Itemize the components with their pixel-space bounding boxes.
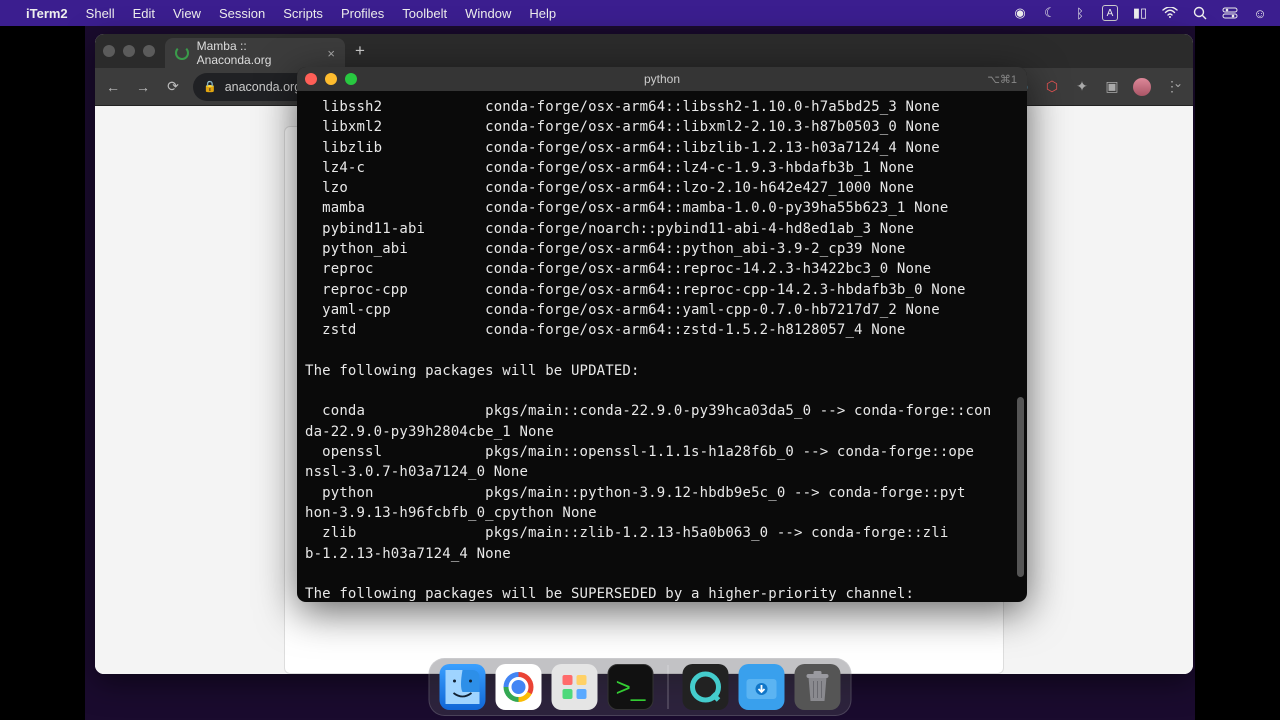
minimize-window-icon[interactable]: [123, 45, 135, 57]
iterm-window: python ⌥⌘1 libssh2 conda-forge/osx-arm64…: [297, 67, 1027, 602]
menubar-session[interactable]: Session: [219, 6, 265, 21]
new-tab-button[interactable]: +: [355, 41, 365, 61]
chrome-window-controls[interactable]: [103, 45, 155, 57]
scrollbar[interactable]: [1017, 397, 1024, 577]
menubar-edit[interactable]: Edit: [133, 6, 155, 21]
menubar-app[interactable]: iTerm2: [26, 6, 68, 21]
chrome-tabstrip: Mamba :: Anaconda.org × +: [95, 34, 1193, 68]
extensions-menu-icon[interactable]: ✦: [1073, 78, 1091, 96]
search-icon[interactable]: [1192, 5, 1208, 21]
launchpad-icon[interactable]: [552, 664, 598, 710]
close-window-icon[interactable]: [103, 45, 115, 57]
lock-icon: 🔒: [203, 80, 217, 93]
record-icon[interactable]: ◉: [1012, 5, 1028, 21]
macos-dock: >_: [429, 658, 852, 716]
bluetooth-icon[interactable]: ᛒ: [1072, 5, 1088, 21]
iterm-titlebar[interactable]: python ⌥⌘1: [297, 67, 1027, 91]
chrome-icon[interactable]: [496, 664, 542, 710]
dock-separator: [668, 665, 669, 709]
quicktime-icon[interactable]: [683, 664, 729, 710]
iterm-title-text: python: [297, 72, 1027, 86]
menubar-shell[interactable]: Shell: [86, 6, 115, 21]
close-tab-icon[interactable]: ×: [327, 46, 335, 61]
tabs-dropdown-icon[interactable]: ⌄: [1173, 76, 1183, 90]
moon-icon[interactable]: ☾: [1042, 5, 1058, 21]
downloads-icon[interactable]: [739, 664, 785, 710]
menubar-toolbelt[interactable]: Toolbelt: [402, 6, 447, 21]
menubar-scripts[interactable]: Scripts: [283, 6, 323, 21]
browser-tab[interactable]: Mamba :: Anaconda.org ×: [165, 38, 345, 68]
keyboard-layout-icon[interactable]: A: [1102, 5, 1118, 21]
battery-icon[interactable]: ▮▯: [1132, 5, 1148, 21]
reload-button[interactable]: ⟳: [163, 78, 183, 95]
macos-menubar: iTerm2 Shell Edit View Session Scripts P…: [0, 0, 1280, 26]
reading-list-icon[interactable]: ▣: [1103, 78, 1121, 96]
extension-icons: ◎ ⬡ ✦ ▣ ⋮: [1009, 78, 1185, 96]
extension-icon[interactable]: ⬡: [1043, 78, 1061, 96]
iterm-shortcut: ⌥⌘1: [987, 73, 1017, 86]
finder-icon[interactable]: [440, 664, 486, 710]
user-icon[interactable]: ☺: [1252, 5, 1268, 21]
control-center-icon[interactable]: [1222, 5, 1238, 21]
tab-title: Mamba :: Anaconda.org: [197, 39, 320, 67]
back-button[interactable]: ←: [103, 79, 123, 95]
menubar-profiles[interactable]: Profiles: [341, 6, 384, 21]
terminal-icon[interactable]: >_: [608, 664, 654, 710]
profile-avatar-icon[interactable]: [1133, 78, 1151, 96]
forward-button[interactable]: →: [133, 79, 153, 95]
trash-icon[interactable]: [795, 664, 841, 710]
menubar-view[interactable]: View: [173, 6, 201, 21]
wifi-icon[interactable]: [1162, 5, 1178, 21]
menubar-window[interactable]: Window: [465, 6, 511, 21]
anaconda-favicon-icon: [175, 46, 189, 60]
zoom-window-icon[interactable]: [143, 45, 155, 57]
menubar-help[interactable]: Help: [529, 6, 556, 21]
terminal-output[interactable]: libssh2 conda-forge/osx-arm64::libssh2-1…: [297, 91, 1027, 602]
